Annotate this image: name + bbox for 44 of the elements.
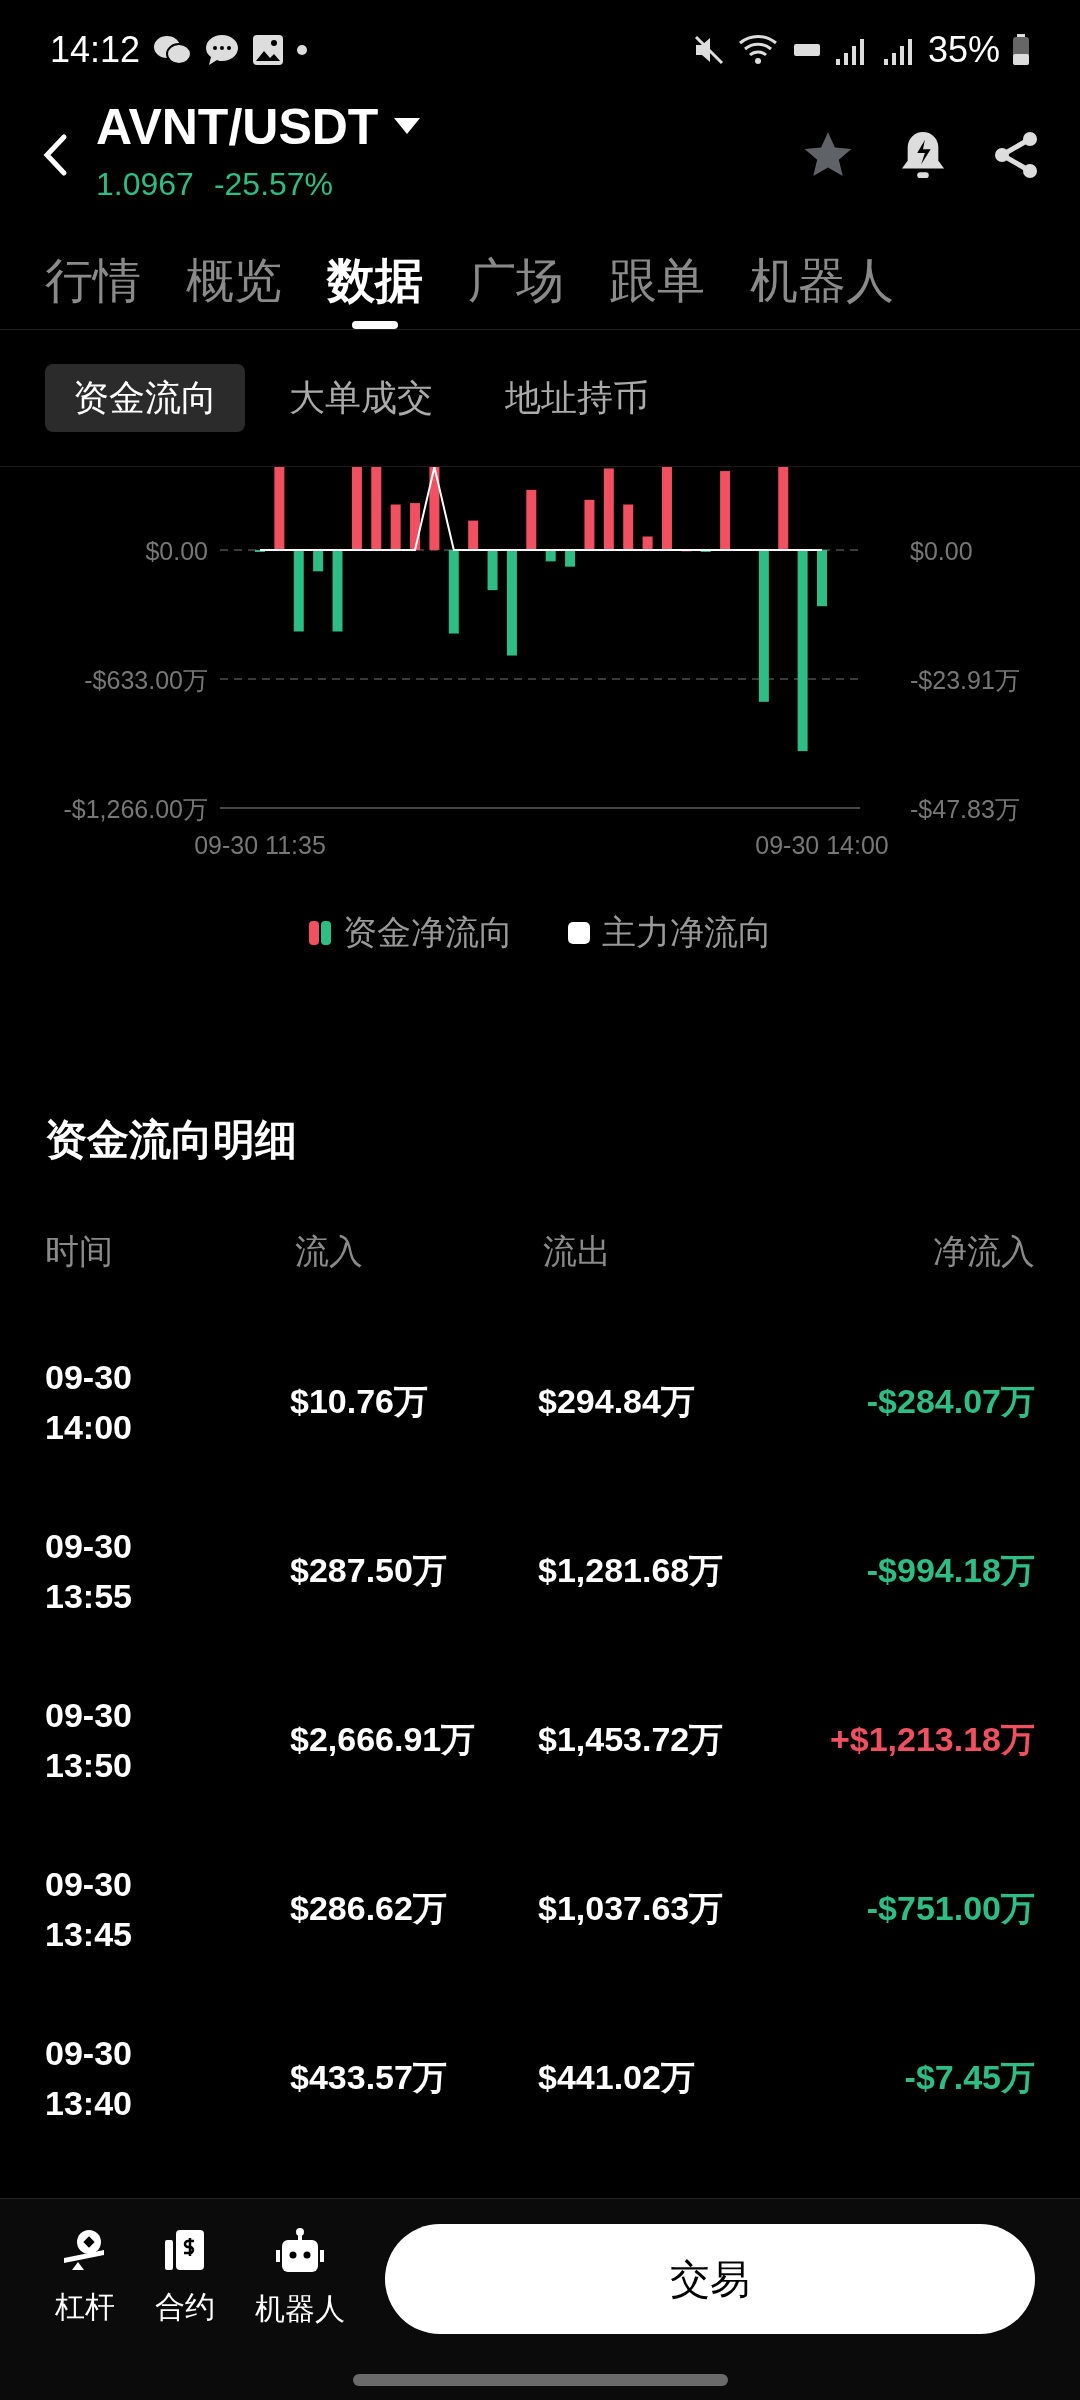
y-axis-label: $0.00 [145,536,208,565]
y-axis-label: -$1,266.00万 [63,795,208,823]
y-axis-label: -$23.91万 [910,666,1020,694]
net-inflow-value: -$751.00万 [866,1888,1035,1929]
last-price: 1.0967 [96,165,194,204]
row-date: 09-30 [45,2032,133,2074]
net-inflow-value: +$1,213.18万 [829,1719,1035,1760]
status-time: 14:12 [50,28,141,72]
row-date: 09-30 [45,1525,133,1567]
x-axis-label: 09-30 14:00 [755,831,889,859]
row-time: 13:40 [45,2082,133,2124]
outflow-value: $1,037.63万 [538,1888,725,1929]
outflow-value: $294.84万 [538,1381,696,1422]
x-axis-label: 09-30 11:35 [194,831,326,859]
y-axis-label: -$47.83万 [910,795,1020,823]
y-axis-label: -$633.00万 [84,666,208,694]
y-axis-label: $0.00 [910,536,973,565]
net-inflow-value: -$994.18万 [866,1550,1035,1591]
column-header: 流入 [295,1231,364,1272]
column-header: 时间 [45,1231,114,1272]
net-inflow-value: -$284.07万 [866,1381,1035,1422]
column-header: 流出 [543,1231,612,1272]
outflow-value: $1,281.68万 [538,1550,725,1591]
row-time: 13:55 [45,1575,133,1617]
row-date: 09-30 [45,1694,133,1736]
net-inflow-value: -$7.45万 [904,2057,1035,2098]
row-time: 13:50 [45,1744,133,1786]
column-header: 净流入 [933,1231,1035,1272]
row-time: 13:45 [45,1913,133,1955]
battery-percent: 35% [927,28,1000,72]
outflow-value: $1,453.72万 [538,1719,725,1760]
row-date: 09-30 [45,1356,133,1398]
inflow-value: $10.76万 [290,1381,429,1422]
section-title: 资金流向明细 [45,1115,298,1165]
inflow-value: $2,666.91万 [290,1719,477,1760]
legend-label: 资金净流向 [342,912,513,953]
inflow-value: $286.62万 [290,1888,448,1929]
row-time: 14:00 [45,1406,133,1448]
price-change: -25.57% [213,165,334,204]
inflow-value: $433.57万 [290,2057,448,2098]
outflow-value: $441.02万 [538,2057,696,2098]
inflow-value: $287.50万 [290,1550,448,1591]
row-date: 09-30 [45,1863,133,1905]
legend-label: 主力净流向 [601,912,772,953]
